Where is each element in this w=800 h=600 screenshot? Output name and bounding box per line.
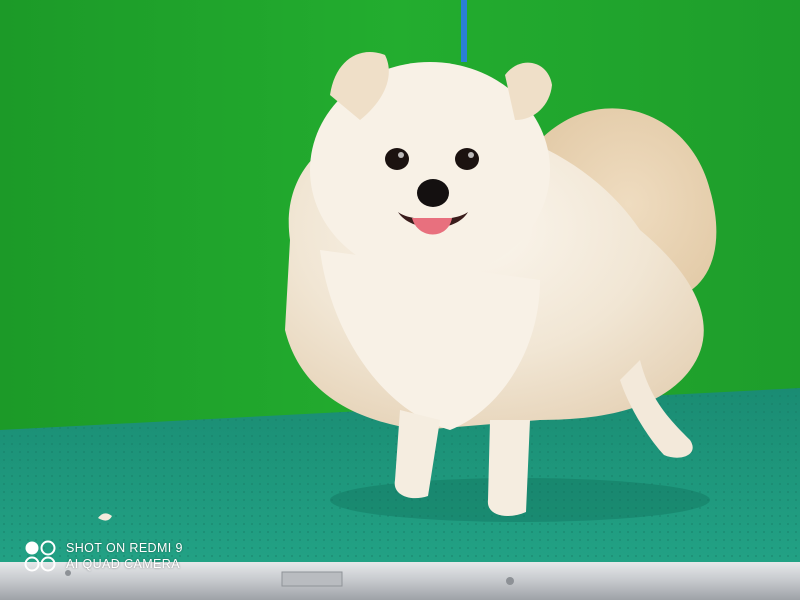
dog-nose (417, 179, 449, 207)
watermark-line-1: SHOT ON REDMI 9 (66, 541, 183, 555)
photo-scene: SHOT ON REDMI 9 AI QUAD CAMERA (0, 0, 800, 600)
table-edge-rivet (506, 577, 514, 585)
camera-watermark: SHOT ON REDMI 9 AI QUAD CAMERA (24, 540, 183, 572)
leash (461, 0, 467, 62)
dog-front-leg (487, 420, 530, 516)
dog-eye-left (385, 148, 409, 170)
dog-eye-right (455, 148, 479, 170)
watermark-text: SHOT ON REDMI 9 AI QUAD CAMERA (66, 540, 183, 572)
photo-canvas (0, 0, 800, 600)
watermark-line-2: AI QUAD CAMERA (66, 557, 180, 571)
table-edge-label (281, 571, 343, 587)
camera-lens-logo-icon (24, 540, 56, 572)
